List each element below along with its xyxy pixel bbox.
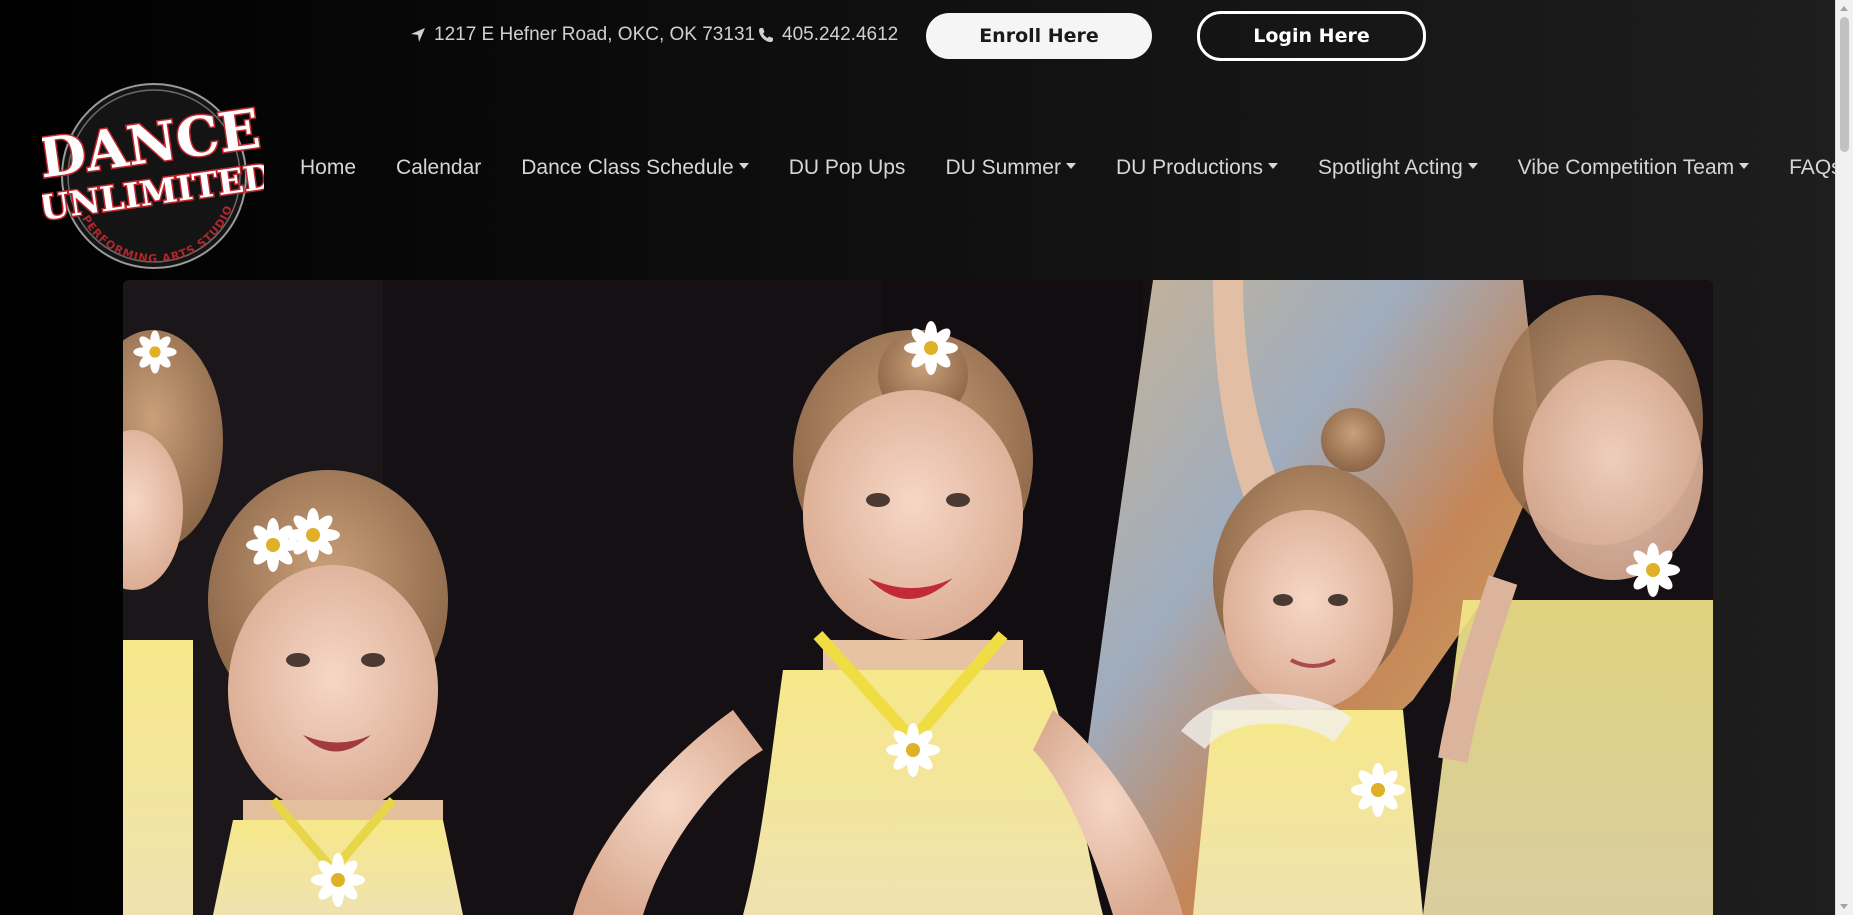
caret-down-icon: [1065, 163, 1076, 169]
caret-down-icon: [1739, 163, 1750, 169]
address-link[interactable]: 1217 E Hefner Road, OKC, OK 73131: [410, 24, 755, 46]
enroll-button[interactable]: Enroll Here: [926, 13, 1152, 59]
nav-label: DU Productions: [1115, 156, 1264, 179]
nav-item-spotlight-acting[interactable]: Spotlight Acting: [1298, 156, 1498, 180]
nav-label: Dance Class Schedule: [521, 156, 734, 179]
nav-label: Vibe Competition Team: [1517, 156, 1735, 179]
caret-down-icon: [1467, 163, 1478, 169]
address-text: 1217 E Hefner Road, OKC, OK 73131: [434, 24, 756, 45]
nav-item-du-productions[interactable]: DU Productions: [1096, 156, 1298, 180]
phone-link[interactable]: 405.242.4612: [758, 24, 898, 46]
nav-label: DU Pop Ups: [788, 156, 906, 179]
nav-item-du-pop-ups[interactable]: DU Pop Ups: [769, 156, 926, 180]
main-nav: Home Calendar Dance Class Schedule DU Po…: [280, 140, 1853, 196]
nav-item-home[interactable]: Home: [280, 156, 376, 180]
phone-text: 405.242.4612: [782, 24, 899, 45]
phone-icon: [759, 28, 773, 42]
nav-label: Spotlight Acting: [1318, 156, 1463, 179]
nav-item-du-summer[interactable]: DU Summer: [925, 156, 1096, 180]
nav-item-vibe-competition-team[interactable]: Vibe Competition Team: [1498, 156, 1769, 180]
scroll-up-icon[interactable]: [1840, 6, 1848, 11]
dance-unlimited-logo[interactable]: DANCE UNLIMITED PERFORMING ARTS STUDIO: [33, 80, 277, 272]
caret-down-icon: [1268, 163, 1279, 169]
hero-image: [123, 280, 1713, 915]
caret-down-icon: [738, 163, 749, 169]
scroll-down-icon[interactable]: [1840, 904, 1848, 909]
nav-label: Calendar: [396, 156, 482, 179]
top-bar: 1217 E Hefner Road, OKC, OK 73131 405.24…: [0, 0, 1836, 75]
scrollbar-thumb[interactable]: [1840, 17, 1849, 152]
nav-label: DU Summer: [945, 156, 1061, 179]
nav-label: FAQs: [1789, 156, 1842, 179]
login-button[interactable]: Login Here: [1197, 11, 1426, 61]
nav-item-dance-class-schedule[interactable]: Dance Class Schedule: [501, 156, 768, 180]
nav-label: Home: [300, 156, 357, 179]
nav-item-calendar[interactable]: Calendar: [376, 156, 501, 180]
page-scrollbar[interactable]: [1835, 0, 1853, 915]
location-arrow-icon: [411, 28, 425, 42]
